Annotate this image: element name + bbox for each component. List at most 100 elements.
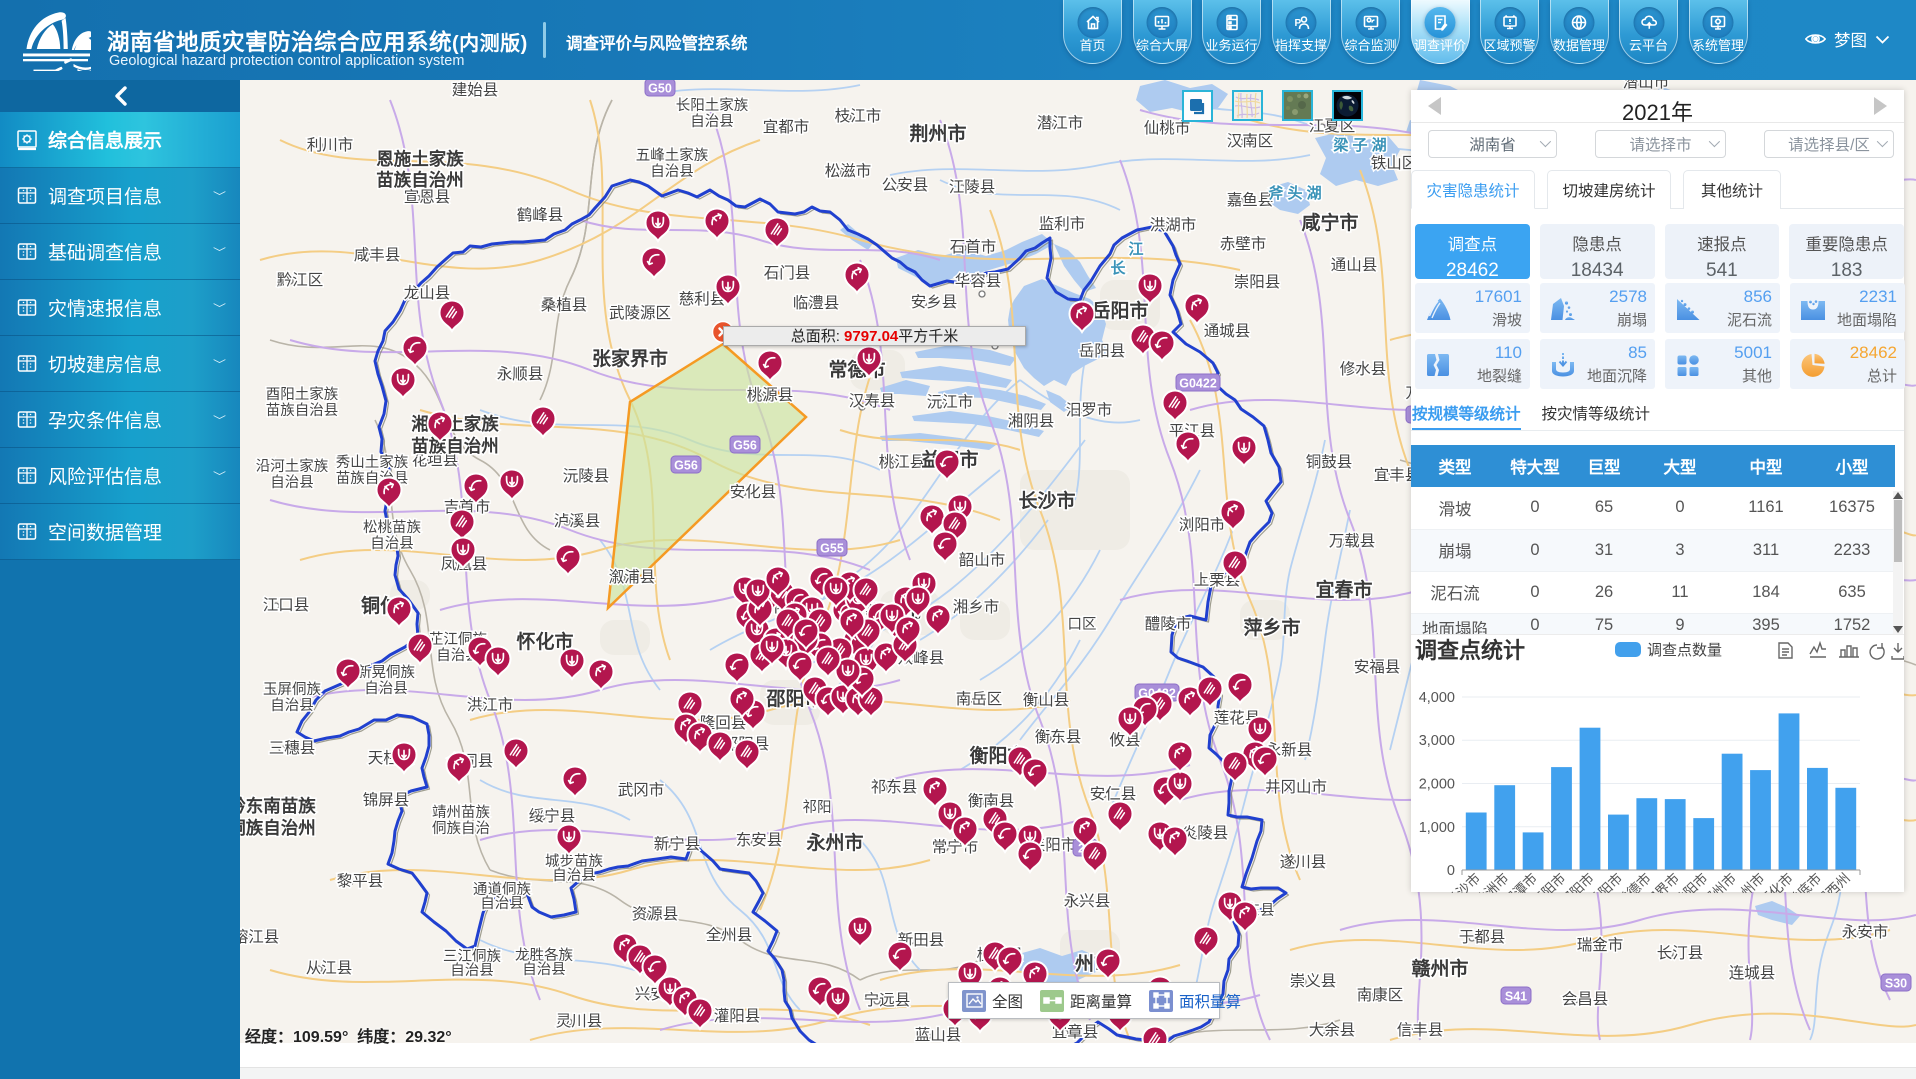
svg-text:G56: G56	[674, 459, 698, 473]
svg-text:长汀县: 长汀县	[1657, 944, 1704, 962]
svg-text:资源县: 资源县	[632, 905, 679, 923]
svg-text:G50: G50	[648, 82, 672, 96]
svg-text:浏阳市: 浏阳市	[1179, 516, 1226, 534]
svg-text:锦屏县: 锦屏县	[363, 791, 410, 809]
svg-text:醴陵市: 醴陵市	[1145, 615, 1192, 633]
svg-text:1,000: 1,000	[1419, 820, 1455, 836]
svg-text:永州市: 永州市	[805, 831, 863, 854]
svg-text:0: 0	[1447, 863, 1455, 879]
svg-text:崇义县: 崇义县	[1290, 972, 1337, 990]
svg-text:衡山县: 衡山县	[1023, 691, 1070, 709]
svg-text:炎陵县: 炎陵县	[1182, 824, 1229, 842]
svg-text:黔江区: 黔江区	[277, 271, 324, 289]
svg-text:自治县: 自治县	[690, 113, 734, 130]
svg-text:利川市: 利川市	[307, 136, 354, 154]
svg-text:G55: G55	[820, 542, 844, 556]
svg-text:灵川县: 灵川县	[556, 1012, 603, 1030]
svg-text:绥宁县: 绥宁县	[529, 807, 576, 825]
svg-text:祁阳: 祁阳	[803, 799, 832, 816]
svg-text:苗族自治州: 苗族自治州	[411, 436, 499, 456]
svg-text:潜江市: 潜江市	[1037, 114, 1084, 132]
svg-text:祁东县: 祁东县	[871, 778, 918, 796]
svg-text:瑞金市: 瑞金市	[1577, 936, 1624, 954]
svg-text:湘乡市: 湘乡市	[953, 598, 1000, 616]
svg-text:黎平县: 黎平县	[337, 872, 384, 890]
svg-text:侗族自治: 侗族自治	[432, 820, 490, 837]
svg-text:安化县: 安化县	[730, 483, 777, 501]
svg-text:遂川县: 遂川县	[1280, 853, 1327, 871]
svg-text:安乡县: 安乡县	[911, 293, 958, 311]
svg-text:临澧县: 临澧县	[793, 294, 840, 312]
svg-text:沿河土家族: 沿河土家族	[256, 458, 329, 475]
svg-text:信丰县: 信丰县	[1397, 1021, 1444, 1039]
svg-text:G0422: G0422	[1179, 377, 1217, 391]
svg-text:口区: 口区	[1068, 617, 1097, 633]
svg-text:东安县: 东安县	[736, 831, 783, 849]
svg-text:于都县: 于都县	[1459, 928, 1506, 946]
svg-text:衡东县: 衡东县	[1035, 728, 1082, 746]
svg-text:3,000: 3,000	[1419, 733, 1455, 749]
svg-text:自治县: 自治县	[270, 697, 314, 714]
svg-text:石门县: 石门县	[764, 264, 811, 282]
svg-text:S30: S30	[1885, 977, 1907, 991]
svg-text:沅江市: 沅江市	[927, 393, 974, 411]
svg-text:长: 长	[1110, 259, 1126, 277]
svg-text:武陵源区: 武陵源区	[609, 304, 671, 322]
svg-text:桑植县: 桑植县	[541, 296, 588, 314]
svg-text:新晃侗族: 新晃侗族	[357, 664, 415, 681]
svg-text:永安市: 永安市	[1842, 923, 1889, 941]
svg-text:调查点数量: 调查点数量	[1647, 642, 1722, 659]
svg-text:宣恩县: 宣恩县	[404, 188, 451, 206]
svg-text:湘阴县: 湘阴县	[1008, 412, 1055, 430]
svg-text:汨罗市: 汨罗市	[1066, 401, 1113, 419]
svg-text:S41: S41	[1505, 990, 1527, 1004]
svg-text:建始县: 建始县	[452, 81, 499, 99]
svg-text:桃源县: 桃源县	[747, 386, 794, 404]
svg-text:万载县: 万载县	[1329, 532, 1376, 550]
svg-text:荆州市: 荆州市	[909, 122, 966, 145]
svg-text:新宁县: 新宁县	[654, 835, 701, 853]
svg-text:永顺县: 永顺县	[497, 365, 544, 383]
svg-text:通山县: 通山县	[1331, 256, 1378, 274]
svg-text:安仁县: 安仁县	[1090, 785, 1137, 803]
svg-text:秀山土家族: 秀山土家族	[336, 454, 409, 471]
svg-text:玉屏侗族: 玉屏侗族	[263, 681, 321, 698]
svg-text:汉南区: 汉南区	[1227, 132, 1274, 150]
svg-text:萍乡市: 萍乡市	[1243, 616, 1300, 639]
svg-text:溆浦县: 溆浦县	[609, 568, 656, 586]
svg-text:全州县: 全州县	[706, 926, 753, 944]
svg-text:靖州苗族: 靖州苗族	[432, 804, 490, 821]
svg-text:会昌县: 会昌县	[1562, 990, 1609, 1008]
svg-text:榕江县: 榕江县	[240, 928, 279, 946]
svg-text:苗族自治县: 苗族自治县	[266, 402, 339, 419]
svg-text:4,000: 4,000	[1419, 690, 1455, 706]
svg-text:酉阳土家族: 酉阳土家族	[266, 386, 339, 403]
svg-text:枝江市: 枝江市	[835, 107, 882, 125]
svg-text:从江县: 从江县	[306, 959, 353, 977]
svg-text:宁远县: 宁远县	[864, 991, 911, 1009]
svg-text:华容县: 华容县	[955, 272, 1002, 290]
svg-text:咸丰县: 咸丰县	[354, 246, 401, 264]
svg-text:松桃苗族: 松桃苗族	[363, 519, 421, 536]
svg-text:攸县: 攸县	[1109, 731, 1140, 749]
svg-text:汉寿县: 汉寿县	[849, 392, 896, 410]
svg-text:自治县: 自治县	[522, 961, 566, 978]
svg-text:湘西土家族: 湘西土家族	[411, 414, 499, 434]
svg-text:铜鼓县: 铜鼓县	[1306, 453, 1353, 471]
svg-text:桃江县: 桃江县	[879, 453, 926, 471]
svg-text:韶山市: 韶山市	[959, 551, 1006, 569]
svg-text:嘉鱼县: 嘉鱼县	[1227, 191, 1274, 209]
svg-text:长阳土家族: 长阳土家族	[676, 97, 749, 114]
svg-text:黔东南苗族: 黔东南苗族	[240, 796, 316, 816]
svg-text:龙山县: 龙山县	[404, 284, 451, 302]
svg-text:梁 子 湖: 梁 子 湖	[1332, 136, 1386, 154]
svg-text:修水县: 修水县	[1340, 360, 1387, 378]
svg-text:自治县: 自治县	[370, 535, 414, 552]
svg-text:洪湖市: 洪湖市	[1150, 216, 1197, 234]
svg-text:赤壁市: 赤壁市	[1220, 235, 1267, 253]
svg-text:松滋市: 松滋市	[825, 162, 872, 180]
svg-text:恩施土家族: 恩施土家族	[376, 149, 464, 169]
svg-text:大余县: 大余县	[1309, 1020, 1356, 1039]
svg-text:崇阳县: 崇阳县	[1234, 273, 1281, 291]
svg-text:自治县: 自治县	[450, 962, 494, 979]
